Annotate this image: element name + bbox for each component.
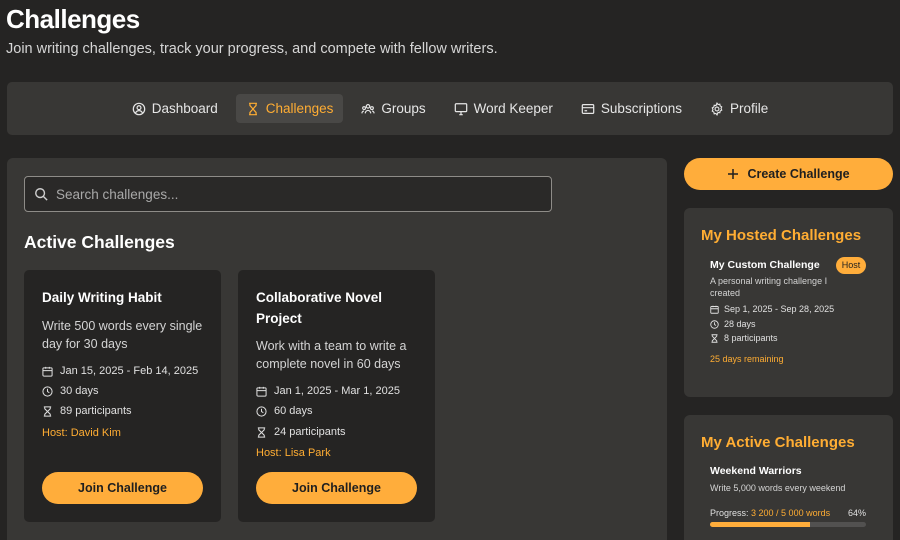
hourglass-icon [248,102,257,115]
challenge-description: Write 500 words every single day for 30 … [42,319,203,351]
create-challenge-label: Create Challenge [747,167,850,181]
clock-icon [710,319,719,329]
challenge-participants: 89 participants [42,405,132,417]
duration-text: 30 days [60,385,99,397]
duration-text: 60 days [274,405,313,417]
participants-text: 89 participants [60,405,132,417]
nav-label: Word Keeper [473,101,553,116]
nav-item-subscriptions[interactable]: Subscriptions [571,94,692,123]
nav-label: Subscriptions [600,101,682,116]
duration-text: 28 days [724,319,756,329]
create-challenge-button[interactable]: Create Challenge [684,158,893,190]
credit-card-icon [581,103,595,114]
groups-icon [361,103,376,114]
hourglass-icon [43,405,52,417]
challenge-dates: Jan 1, 2025 - Mar 1, 2025 [256,385,400,397]
challenge-host: Host: David Kim [42,427,121,439]
dates-text: Jan 1, 2025 - Mar 1, 2025 [274,385,400,397]
search-box[interactable] [24,176,552,212]
nav-item-groups[interactable]: Groups [351,94,435,123]
hosted-challenge-dates: Sep 1, 2025 - Sep 28, 2025 [710,304,834,314]
host-badge: Host [836,257,866,274]
participants-text: 24 participants [274,426,346,438]
challenge-card: Collaborative Novel Project Work with a … [238,270,435,522]
challenge-title: Daily Writing Habit [42,290,162,305]
calendar-icon [42,366,53,377]
hosted-challenge-duration: 28 days [710,319,756,329]
nav-item-word-keeper[interactable]: Word Keeper [444,94,563,123]
plus-icon [728,169,739,179]
hourglass-icon [257,426,266,438]
nav-item-challenges[interactable]: Challenges [235,94,344,123]
hosted-challenge-name[interactable]: My Custom Challenge [710,259,820,271]
challenge-card: Daily Writing Habit Write 500 words ever… [24,270,221,522]
hosted-challenges-heading: My Hosted Challenges [701,227,862,244]
progress-label: Progress: [710,508,749,518]
monitor-icon [454,102,467,115]
clock-icon [256,405,267,417]
dashboard-icon [132,102,146,115]
hosted-challenge-participants: 8 participants [710,333,778,343]
search-icon [35,188,48,201]
progress-text: Progress: 3 200 / 5 000 words [710,508,830,518]
nav-label: Profile [729,101,769,116]
page-subtitle: Join writing challenges, track your prog… [6,41,498,57]
hourglass-icon [711,333,718,343]
nav-label: Dashboard [151,101,218,116]
nav-label: Groups [381,101,426,116]
challenge-duration: 60 days [256,405,313,417]
days-remaining: 25 days remaining [710,354,784,364]
join-challenge-button[interactable]: Join Challenge [256,472,417,504]
my-active-challenges-panel: My Active Challenges Weekend Warriors Wr… [684,415,893,540]
challenge-title: Collaborative Novel Project [256,290,383,326]
calendar-icon [256,386,267,397]
gear-icon [711,101,723,116]
hosted-challenge-description: A personal writing challenge I created [710,276,828,298]
my-active-challenges-heading: My Active Challenges [701,434,855,451]
nav-item-profile[interactable]: Profile [700,94,778,123]
nav-label: Challenges [265,101,334,116]
progress-value: 3 200 / 5 000 words [751,508,831,518]
progress-bar-fill [710,522,810,527]
progress-bar [710,522,866,527]
page-title: Challenges [6,4,140,34]
hosted-challenges-panel: My Hosted Challenges My Custom Challenge… [684,208,893,397]
challenge-participants: 24 participants [256,426,346,438]
challenge-host: Host: Lisa Park [256,447,331,459]
join-challenge-button[interactable]: Join Challenge [42,472,203,504]
challenge-description: Work with a team to write a complete nov… [256,339,407,371]
main-nav: Dashboard Challenges Groups Word Keeper … [7,82,893,135]
dates-text: Sep 1, 2025 - Sep 28, 2025 [724,304,835,314]
challenge-dates: Jan 15, 2025 - Feb 14, 2025 [42,365,198,377]
participants-text: 8 participants [724,333,778,343]
challenge-duration: 30 days [42,385,99,397]
search-input[interactable] [56,186,536,202]
dates-text: Jan 15, 2025 - Feb 14, 2025 [60,365,199,377]
active-challenges-heading: Active Challenges [24,232,175,252]
clock-icon [42,385,53,397]
progress-row: Progress: 3 200 / 5 000 words 64% [710,508,866,518]
challenges-panel: Active Challenges Daily Writing Habit Wr… [7,158,667,540]
active-challenge-name[interactable]: Weekend Warriors [710,465,802,477]
nav-item-dashboard[interactable]: Dashboard [122,94,228,123]
active-challenge-description: Write 5,000 words every weekend [710,483,846,493]
progress-percent: 64% [847,508,866,518]
calendar-icon [710,305,719,314]
